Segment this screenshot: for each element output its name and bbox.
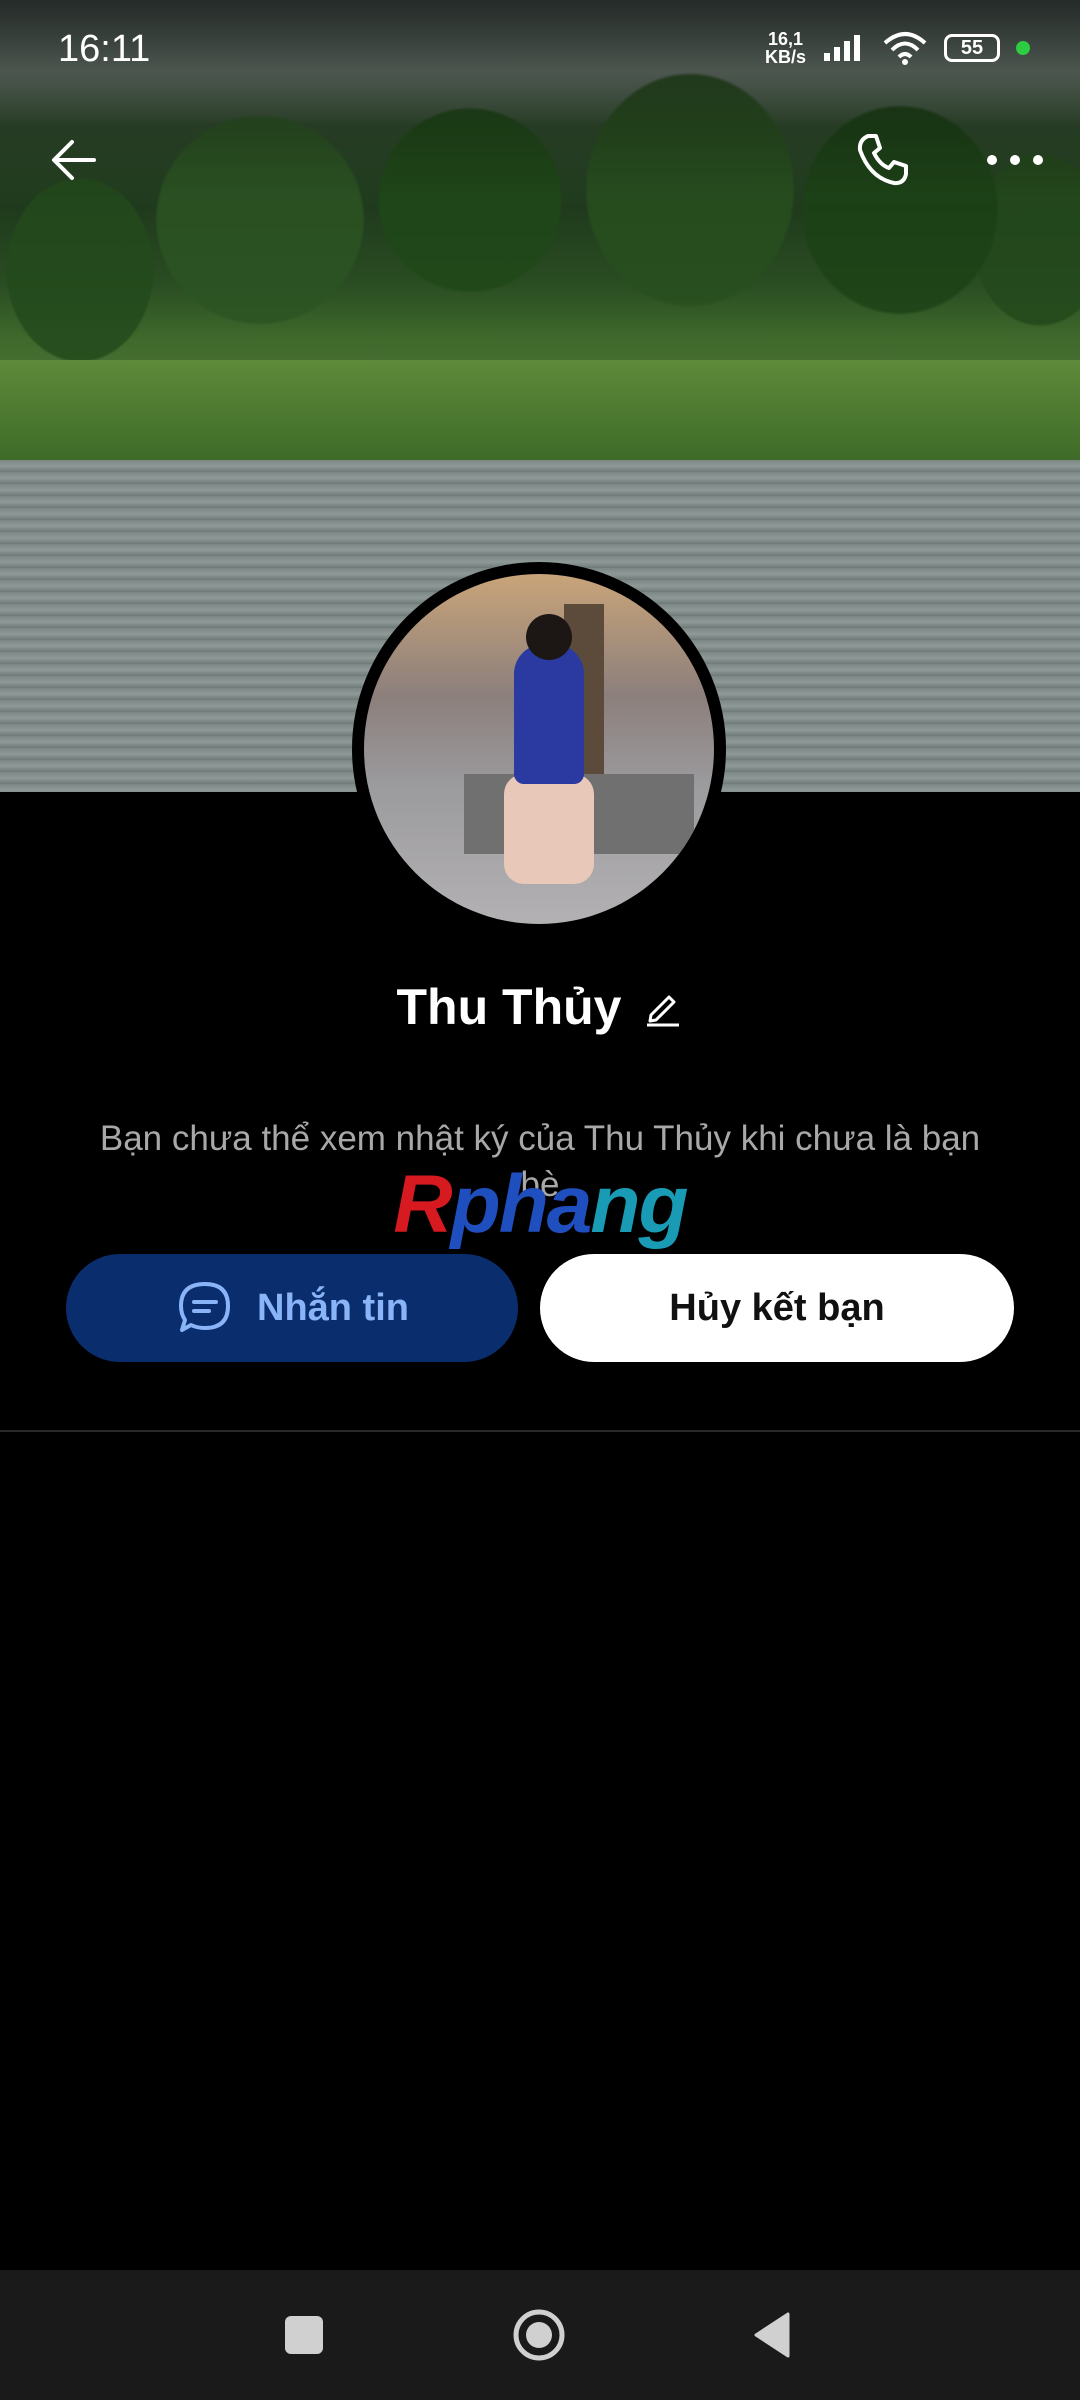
- unfriend-button-label: Hủy kết bạn: [669, 1286, 885, 1329]
- net-speed-unit: KB/s: [764, 47, 806, 67]
- privacy-dot-icon: [1016, 41, 1030, 55]
- avatar-photo: [364, 574, 714, 924]
- net-speed: 16,1 KB/s: [765, 30, 806, 66]
- unfriend-button[interactable]: Hủy kết bạn: [540, 1254, 1014, 1362]
- net-speed-value: 16,1: [767, 29, 804, 49]
- more-icon[interactable]: [980, 128, 1050, 192]
- avatar-legs: [504, 774, 594, 884]
- watermark-part-1: R: [393, 1159, 452, 1250]
- cover-grass: [0, 360, 1080, 460]
- status-time: 16:11: [58, 28, 151, 70]
- section-divider: [0, 1430, 1080, 1432]
- watermark-part-2: pha: [450, 1159, 593, 1250]
- avatar-head: [526, 614, 572, 660]
- chat-bubble-icon: [179, 1282, 230, 1332]
- avatar-person: [514, 644, 584, 784]
- edit-pencil-icon[interactable]: [643, 987, 683, 1027]
- wifi-icon: [883, 32, 927, 65]
- top-action-bar: [0, 120, 1080, 200]
- message-button-label: Nhắn tin: [257, 1286, 409, 1329]
- system-nav-bar: [0, 2270, 1080, 2400]
- message-button[interactable]: Nhắn tin: [66, 1254, 518, 1362]
- profile-name: Thu Thủy: [396, 979, 622, 1035]
- status-bar: 16:11 16,1 KB/s 55: [0, 0, 1080, 100]
- avatar[interactable]: [352, 562, 726, 936]
- back-arrow-icon[interactable]: [44, 128, 108, 192]
- profile-name-row: Thu Thủy: [0, 978, 1080, 1036]
- watermark-logo: Rphang: [0, 1158, 1080, 1252]
- phone-icon[interactable]: [850, 128, 914, 192]
- signal-icon: [824, 35, 860, 61]
- recents-square-icon[interactable]: [285, 2316, 323, 2354]
- home-circle-icon[interactable]: [512, 2308, 566, 2362]
- back-triangle-icon[interactable]: [752, 2310, 792, 2360]
- battery-icon: 55: [944, 34, 1000, 62]
- watermark-part-3: ng: [590, 1159, 688, 1250]
- status-icons: 16,1 KB/s 55: [765, 30, 1030, 66]
